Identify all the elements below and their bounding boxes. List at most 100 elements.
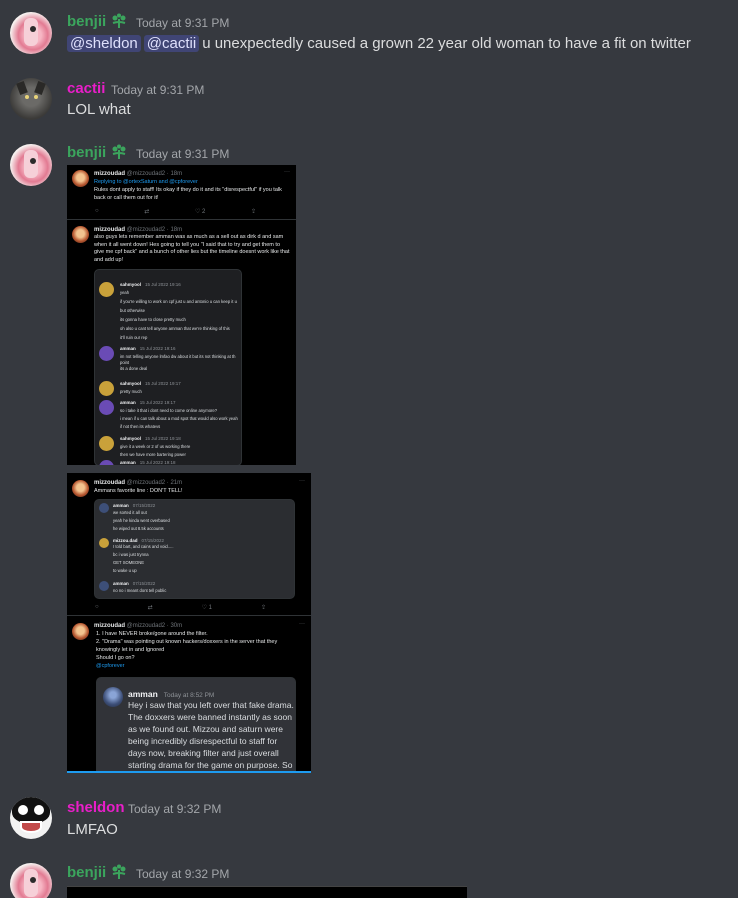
- embed-avatar: [103, 687, 123, 707]
- image-attachment-2[interactable]: mizzoudad @mizzoudad2 · 21m ··· Ammans f…: [67, 473, 311, 773]
- avatar-sheldon[interactable]: [10, 797, 52, 839]
- embed-line: Hey i saw that you left over that fake d…: [128, 700, 294, 710]
- embed-line: days now, breaking filter and just overa…: [128, 748, 279, 758]
- dm-author: amman 15 Jul 2022 19:16: [120, 346, 176, 351]
- tweet-header: mizzoudad @mizzoudad2 · 18m: [94, 227, 183, 233]
- image-attachment-3[interactable]: [67, 886, 467, 898]
- embed-line: as we found out. Mizzou and saturn were: [128, 724, 283, 734]
- author-name[interactable]: benjii: [67, 13, 106, 30]
- tweet: mizzoudad @mizzoudad2 · 30m ··· 1. I hav…: [67, 617, 311, 771]
- tweet: mizzoudad @mizzoudad2 · 18m ··· Replying…: [67, 165, 296, 220]
- share-icon[interactable]: ⇪: [261, 604, 266, 611]
- dm-message: sahmyool 15 Jul 2022 19:16 yeah if you're…: [99, 282, 239, 342]
- tweet-mention[interactable]: @cpforever: [96, 663, 305, 671]
- share-icon[interactable]: ⇪: [251, 208, 256, 215]
- dm-line: give it a week or 2 of us working there: [120, 444, 191, 449]
- dm-line: then we have more bartering power: [120, 452, 186, 457]
- tweet: mizzoudad @mizzoudad2 · 21m ··· Ammans f…: [67, 473, 311, 616]
- more-icon[interactable]: ···: [299, 621, 305, 627]
- dm-line: we sorted it all out: [113, 510, 147, 515]
- timestamp: Today at 9:31 PM: [136, 147, 230, 161]
- avatar-benjii[interactable]: [10, 144, 52, 186]
- embed-line: The doxxers were banned instantly as soo…: [128, 712, 292, 722]
- retweet-icon[interactable]: ⇄: [148, 604, 153, 611]
- timestamp: Today at 9:32 PM: [128, 802, 222, 816]
- dm-line: yeah: [120, 290, 130, 295]
- dm-avatar: [99, 460, 114, 465]
- tweet: mizzoudad @mizzoudad2 · 18m also guys le…: [67, 221, 296, 465]
- dm-avatar: [99, 503, 109, 513]
- message-2: cactii Today at 9:31 PM LOL what: [0, 76, 738, 126]
- dm-line: im not telling anyone lmfao dw about it …: [120, 354, 236, 359]
- dm-author: sahmyool 15 Jul 2022 19:17: [120, 381, 181, 386]
- avatar-benjii[interactable]: [10, 12, 52, 54]
- retweet-icon[interactable]: ⇄: [144, 208, 149, 215]
- message-5: benjii Today at 9:32 PM: [0, 861, 738, 898]
- tweet-header: mizzoudad @mizzoudad2 · 30m: [94, 623, 183, 629]
- dm-line: yeah he kinda went overbased: [113, 518, 170, 523]
- discord-embed-screenshot: amman Today at 8:52 PM Hey i saw that you…: [96, 677, 296, 771]
- message-4: sheldon Today at 9:32 PM LMFAO: [0, 795, 738, 845]
- dm-avatar: [99, 346, 114, 361]
- dm-message: amman 07/15/2022 no no i meant dont tell …: [99, 581, 292, 597]
- dm-line: it'll ruin our rep: [120, 335, 148, 340]
- dm-message: amman 15 Jul 2022 19:16 im not telling an…: [99, 346, 239, 376]
- dm-author: sahmyool 15 Jul 2022 19:16: [120, 282, 181, 287]
- dm-message: mizzou.dad 07/15/2022 I told bart, and ca…: [99, 538, 292, 578]
- dm-avatar: [99, 581, 109, 591]
- dm-message: amman 15 Jul 2022 19:17 so i take it that…: [99, 400, 239, 430]
- embed-line: starting drama for the game on purpose. …: [128, 760, 293, 770]
- message-body: LOL what: [67, 101, 131, 118]
- dm-author: amman 07/15/2022: [113, 581, 156, 586]
- author-name[interactable]: benjii: [67, 144, 106, 161]
- tweet-actions: ○ ⇄ ♡ 2 ⇪: [95, 208, 256, 215]
- avatar-cactii[interactable]: [10, 78, 52, 120]
- dm-author: amman 07/15/2022: [113, 503, 156, 508]
- tweet-header: mizzoudad @mizzoudad2 · 21m: [94, 480, 183, 486]
- tweet-text: also guys lets remember amman was as muc…: [94, 234, 290, 263]
- dm-line: to wake u up: [113, 568, 137, 573]
- dm-screenshot: amman 07/15/2022 we sorted it all out yea…: [94, 499, 295, 599]
- reply-icon[interactable]: ○: [95, 208, 99, 214]
- dm-avatar: [99, 400, 114, 415]
- avatar-benjii[interactable]: [10, 863, 52, 898]
- tweet-header: mizzoudad @mizzoudad2 · 18m: [94, 171, 183, 177]
- image-attachment-1[interactable]: mizzoudad @mizzoudad2 · 18m ··· Replying…: [67, 165, 296, 465]
- dm-message: amman 15 Jul 2022 19:18: [99, 460, 239, 465]
- dm-avatar: [99, 436, 114, 451]
- like-icon[interactable]: ♡ 2: [195, 208, 205, 215]
- message-body: u unexpectedly caused a grown 22 year ol…: [202, 35, 691, 52]
- timestamp: Today at 9:31 PM: [136, 16, 230, 30]
- tweet-reply-to: Replying to @ortexSaturn and @cpforever: [94, 179, 198, 185]
- tweet-actions: ○ ⇄ ♡ 1 ⇪: [95, 604, 266, 611]
- dm-screenshot: sahmyool 15 Jul 2022 19:16 yeah if you're…: [94, 269, 242, 465]
- tweet-avatar: [72, 226, 89, 243]
- dm-line: its gonna have to close pretty much: [120, 317, 186, 322]
- message-text: @sheldon @cactii u unexpectedly caused a g…: [67, 35, 691, 52]
- dm-line: pretty much: [120, 389, 142, 394]
- dm-line: point: [120, 360, 130, 365]
- more-icon[interactable]: ···: [299, 478, 305, 484]
- dm-author: sahmyool 15 Jul 2022 19:18: [120, 436, 181, 441]
- author-name[interactable]: sheldon: [67, 799, 125, 816]
- dm-author: amman 15 Jul 2022 19:17: [120, 400, 176, 405]
- dm-line: its a done deal: [120, 366, 148, 371]
- author-name[interactable]: benjii: [67, 864, 106, 881]
- dm-line: bc i was just trynna: [113, 552, 149, 557]
- message-1: benjii Today at 9:31 PM @sheldon @cactii u…: [0, 10, 738, 60]
- dm-line: GET SOMEONE: [113, 560, 145, 565]
- tweet-avatar: [72, 623, 89, 640]
- like-icon[interactable]: ♡ 1: [202, 604, 212, 611]
- tweet-line: knowingly let in and Ignored: [96, 647, 165, 653]
- sprout-icon: [112, 13, 126, 28]
- tweet-avatar: [72, 170, 89, 187]
- dm-avatar: [99, 538, 109, 548]
- author-name[interactable]: cactii: [67, 80, 105, 97]
- more-icon[interactable]: ···: [284, 169, 290, 175]
- reply-icon[interactable]: ○: [95, 604, 99, 610]
- tweet-text: Ammans favorite line : DON'T TELL!: [94, 488, 183, 494]
- mention-sheldon[interactable]: @sheldon: [67, 35, 141, 52]
- tweet-avatar: [72, 480, 89, 497]
- embed-line: being incredibly disrespectful to staff …: [128, 736, 278, 746]
- mention-cactii[interactable]: @cactii: [143, 35, 200, 52]
